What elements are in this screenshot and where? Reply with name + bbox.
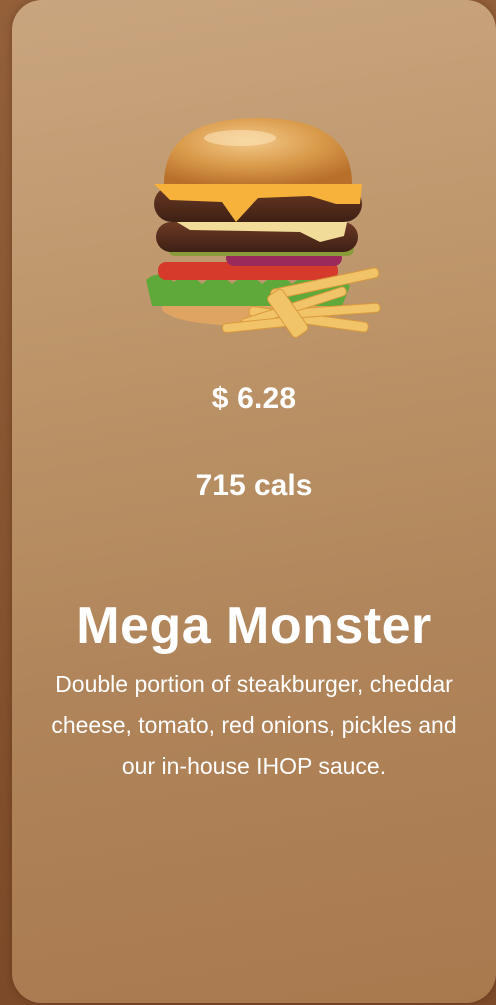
burger-image — [130, 110, 400, 360]
burger-icon — [146, 118, 381, 338]
menu-item-card[interactable]: $ 6.28 715 cals Mega Monster Double port… — [12, 0, 496, 1003]
item-name: Mega Monster — [76, 597, 432, 655]
item-calories: 715 cals — [195, 469, 313, 502]
item-description: Double portion of steakburger, cheddar c… — [51, 671, 457, 779]
item-price: $ 6.28 — [211, 382, 297, 415]
